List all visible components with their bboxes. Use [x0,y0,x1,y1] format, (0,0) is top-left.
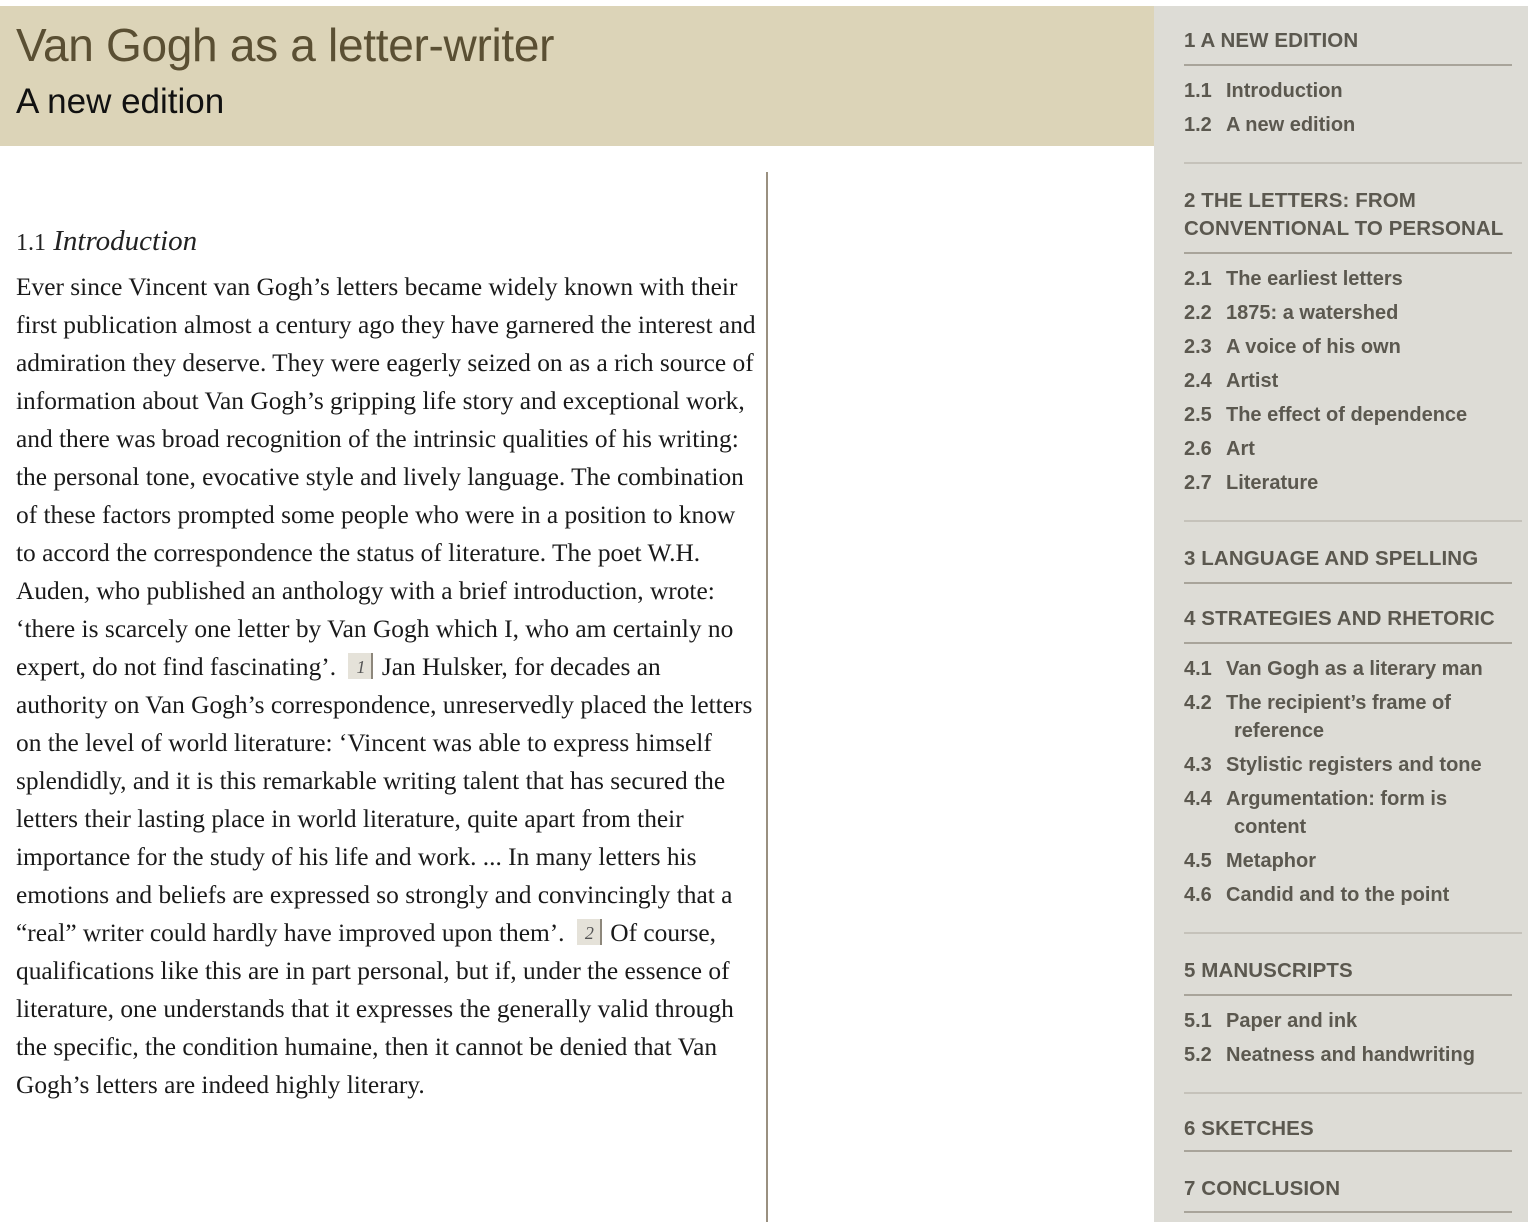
toc-item-5-2[interactable]: 5.2 Neatness and handwriting [1184,1041,1475,1069]
toc-item-4-5[interactable]: 4.5 Metaphor [1184,847,1316,875]
toc-item-4-3[interactable]: 4.3 Stylistic registers and tone [1184,751,1482,779]
toc-item-number: 2.4 [1184,370,1212,392]
toc-item-label: Art [1226,438,1255,460]
section-title: Introduction [53,225,198,257]
toc-item-2-3[interactable]: 2.3 A voice of his own [1184,333,1401,361]
toc-item-number: 2.3 [1184,336,1212,358]
toc-separator [1184,1092,1522,1094]
toc-item-label: Literature [1226,472,1319,494]
toc-item-number: 1.2 [1184,114,1212,136]
toc-item-number: 2.6 [1184,438,1212,460]
toc-section-2[interactable]: 2 THE LETTERS: FROM CONVENTIONAL TO PERSO… [1184,187,1503,243]
toc-item-label: Van Gogh as a literary man [1226,658,1483,680]
toc-item-2-2[interactable]: 2.2 1875: a watershed [1184,299,1398,327]
toc-item-label: A new edition [1226,114,1356,136]
column-divider [766,172,768,1222]
page-header: Van Gogh as a letter-writer A new editio… [0,6,1154,146]
toc-sidebar: 1 A NEW EDITION 1.1 Introduction 1.2 A new… [1154,6,1528,1222]
toc-item-number: 4.4 [1184,788,1212,810]
toc-item-label: Introduction [1226,80,1343,102]
toc-item-2-4[interactable]: 2.4 Artist [1184,367,1278,395]
toc-item-label: A voice of his own [1226,336,1401,358]
toc-item-number: 5.1 [1184,1010,1212,1032]
toc-section-5[interactable]: 5 MANUSCRIPTS [1184,957,1353,985]
toc-item-4-6[interactable]: 4.6 Candid and to the point [1184,881,1449,909]
toc-item-number: 1.1 [1184,80,1212,102]
toc-item-number: 5.2 [1184,1044,1212,1066]
toc-section-title-line: CONVENTIONAL TO PERSONAL [1184,217,1504,240]
toc-item-5-1[interactable]: 5.1 Paper and ink [1184,1007,1357,1035]
toc-item-1-2[interactable]: 1.2 A new edition [1184,111,1355,139]
toc-item-2-5[interactable]: 2.5 The effect of dependence [1184,401,1467,429]
toc-rule [1184,1211,1512,1213]
toc-section-6[interactable]: 6 SKETCHES [1184,1115,1314,1143]
toc-item-number: 4.3 [1184,754,1212,776]
toc-section-title-line: 2 THE LETTERS: FROM [1184,189,1416,212]
toc-separator [1184,932,1522,934]
toc-item-number: 4.1 [1184,658,1212,680]
toc-item-number: 2.1 [1184,268,1212,290]
toc-item-number: 4.5 [1184,850,1212,872]
toc-rule [1184,64,1512,66]
toc-section-4[interactable]: 4 STRATEGIES AND RHETORIC [1184,605,1495,633]
section-heading: 1.1 Introduction [16,222,756,262]
toc-item-label: Artist [1226,370,1279,392]
toc-item-label: The recipient’s frame of [1226,692,1451,714]
toc-item-number: 4.6 [1184,884,1212,906]
footnote-link-1[interactable]: 1 [348,653,374,679]
toc-separator [1184,520,1522,522]
toc-rule [1184,994,1512,996]
toc-item-number: 4.2 [1184,692,1212,714]
toc-section-7[interactable]: 7 CONCLUSION [1184,1175,1340,1203]
toc-item-4-4[interactable]: 4.4 Argumentation: form is content [1184,785,1447,841]
page-subtitle: A new edition [16,82,225,121]
toc-item-number: 2.2 [1184,302,1212,324]
toc-item-label: Neatness and handwriting [1226,1044,1475,1066]
toc-item-4-1[interactable]: 4.1 Van Gogh as a literary man [1184,655,1483,683]
toc-item-label: The effect of dependence [1226,404,1468,426]
paragraph-text-1: Ever since Vincent van Gogh’s letters be… [16,273,756,681]
toc-rule [1184,252,1512,254]
toc-item-label: Metaphor [1226,850,1316,872]
toc-section-1[interactable]: 1 A NEW EDITION [1184,27,1358,55]
toc-item-label: 1875: a watershed [1226,302,1399,324]
toc-item-1-1[interactable]: 1.1 Introduction [1184,77,1343,105]
toc-separator [1184,162,1522,164]
toc-rule [1184,1150,1512,1152]
toc-rule [1184,582,1512,584]
paragraph-text-2: Jan Hulsker, for decades an authority on… [16,653,753,947]
section-number: 1.1 [16,230,46,256]
toc-item-label-cont: reference [1234,720,1325,742]
toc-item-label: Stylistic registers and tone [1226,754,1482,776]
toc-item-label-cont: content [1234,816,1307,838]
toc-rule [1184,642,1512,644]
page-title: Van Gogh as a letter-writer [16,19,555,71]
toc-item-2-6[interactable]: 2.6 Art [1184,435,1255,463]
toc-item-2-1[interactable]: 2.1 The earliest letters [1184,265,1403,293]
toc-item-number: 2.7 [1184,472,1212,494]
toc-section-3[interactable]: 3 LANGUAGE AND SPELLING [1184,545,1478,573]
toc-item-label: Argumentation: form is [1226,788,1448,810]
toc-item-4-2[interactable]: 4.2 The recipient’s frame of reference [1184,689,1451,745]
toc-item-label: Candid and to the point [1226,884,1450,906]
toc-item-label: Paper and ink [1226,1010,1358,1032]
article-paragraph: Ever since Vincent van Gogh’s letters be… [16,268,756,1104]
footnote-link-2[interactable]: 2 [576,919,602,945]
toc-item-label: The earliest letters [1226,268,1403,290]
toc-item-number: 2.5 [1184,404,1212,426]
article-body: 1.1 Introduction Ever since Vincent van … [16,222,756,1104]
toc-item-2-7[interactable]: 2.7 Literature [1184,469,1318,497]
